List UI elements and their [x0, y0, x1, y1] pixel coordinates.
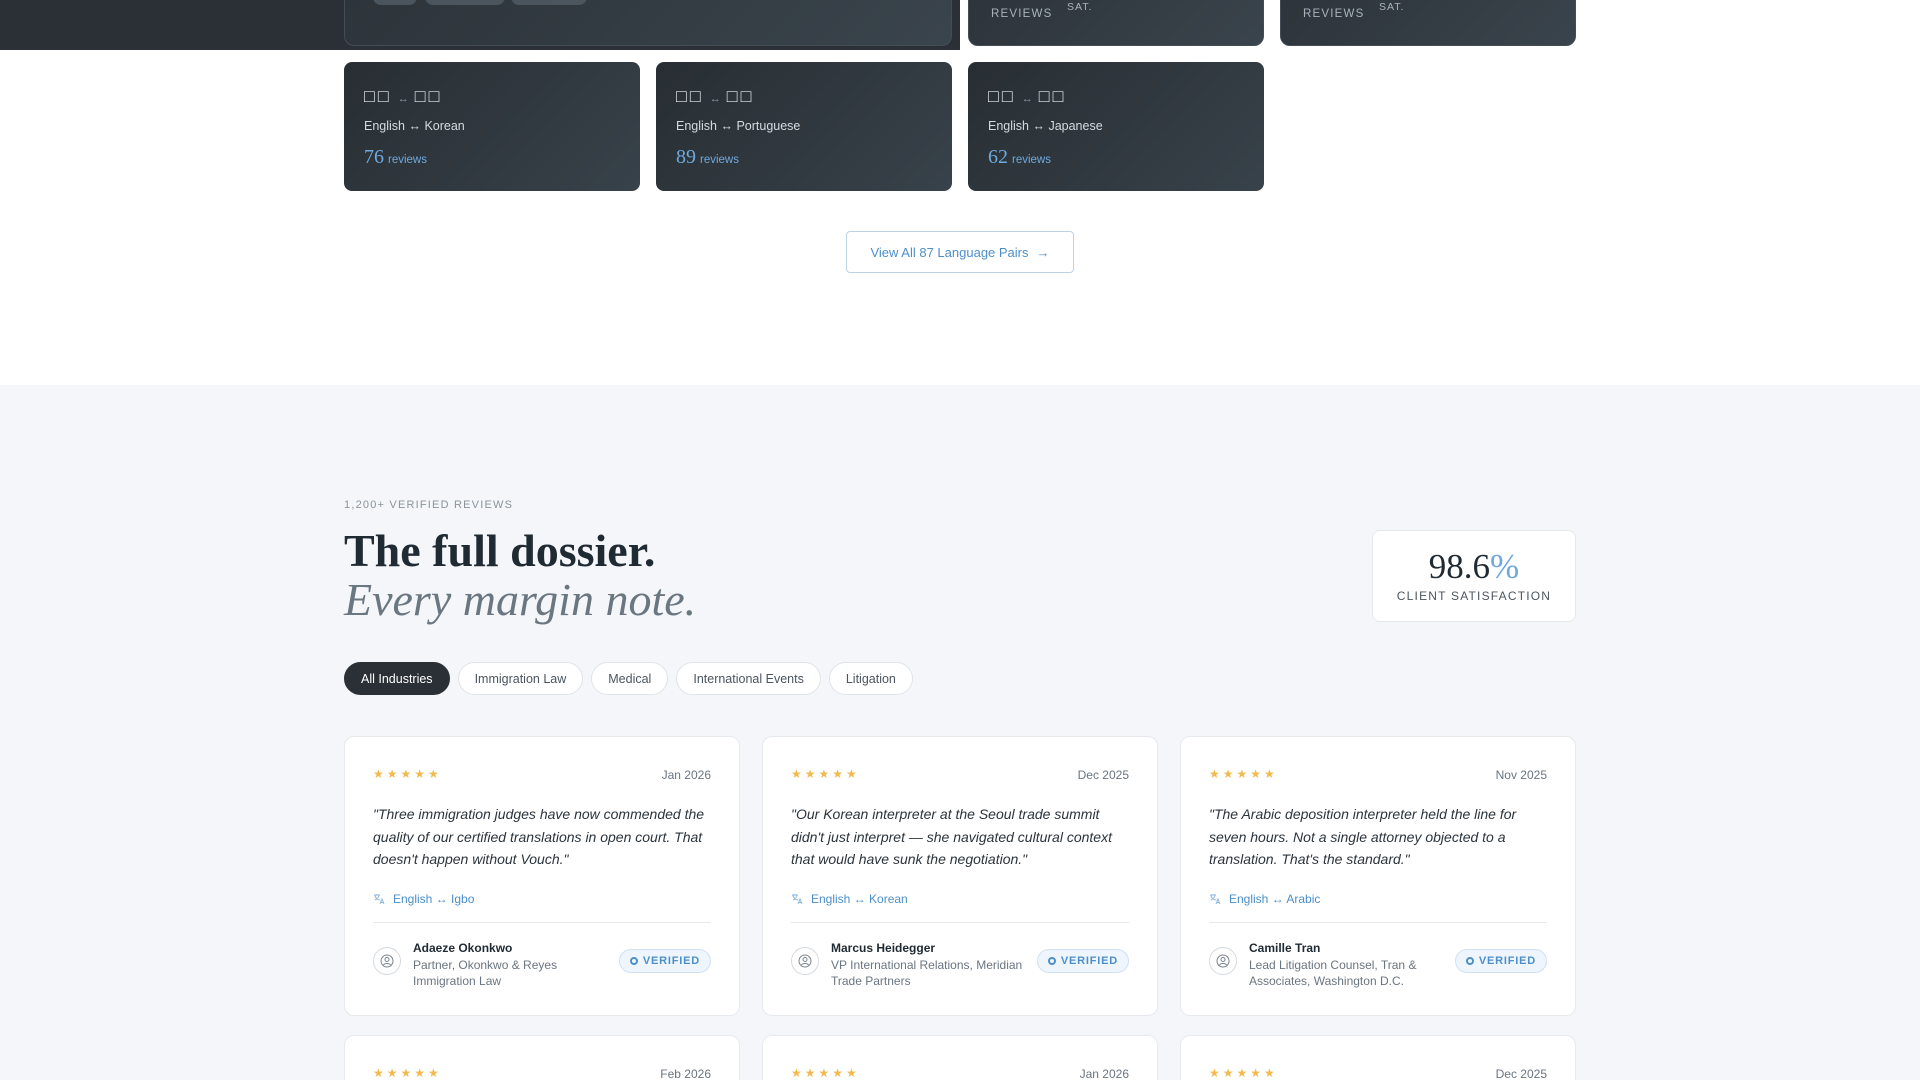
- star-rating: ★★★★★: [373, 1066, 442, 1080]
- stat-sub-label: SAT.: [1379, 1, 1405, 13]
- filter-immigration-law[interactable]: Immigration Law: [457, 662, 584, 695]
- view-all-label: View All 87 Language Pairs: [870, 244, 1029, 260]
- review-card: ★★★★★ Feb 2026: [344, 1035, 740, 1080]
- arrow-right-icon: →: [1036, 244, 1050, 260]
- reviewer-role: Partner, Okonkwo & Reyes Immigration Law: [413, 958, 558, 988]
- star-rating: ★★★★★: [373, 767, 442, 781]
- pair-name: English ↔ Korean: [364, 119, 465, 133]
- star-rating: ★★★★★: [791, 767, 860, 781]
- divider: [791, 922, 1129, 923]
- pair-script-glyphs: □□ ↔ □□: [988, 86, 1067, 106]
- language-pair-card[interactable]: □□ ↔ □□ English ↔ Korean 76 reviews: [344, 62, 640, 191]
- verified-check-icon: [1465, 957, 1474, 965]
- reviewer-role: Lead Litigation Counsel, Tran & Associat…: [1249, 958, 1417, 988]
- satisfaction-value: 98.6%: [1428, 547, 1520, 586]
- reviewer-role: VP International Relations, Meridian Tra…: [831, 958, 1023, 988]
- verified-badge: VERIFIED: [1036, 949, 1129, 973]
- tag-chip: [425, 0, 505, 5]
- pair-review-count: 89 reviews: [676, 146, 739, 168]
- review-quote: "Three immigration judges have now comme…: [373, 806, 705, 867]
- stats-card: REVIEWS SAT.: [1280, 0, 1576, 46]
- verified-badge: VERIFIED: [1454, 949, 1547, 973]
- view-all-language-pairs-button[interactable]: View All 87 Language Pairs →: [846, 231, 1074, 273]
- translate-icon: [1210, 894, 1221, 905]
- stat-label: REVIEWS: [1303, 8, 1365, 20]
- pair-name: English ↔ Japanese: [988, 119, 1103, 133]
- reviews-eyebrow: 1,200+ VERIFIED REVIEWS: [344, 499, 514, 511]
- language-pair-card[interactable]: □□ ↔ □□ English ↔ Portuguese 89 reviews: [656, 62, 952, 191]
- star-rating: ★★★★★: [1209, 1066, 1278, 1080]
- star-rating: ★★★★★: [791, 1066, 860, 1080]
- client-satisfaction-stat: 98.6% CLIENT SATISFACTION: [1372, 530, 1576, 622]
- divider: [1209, 922, 1547, 923]
- featured-pair-card[interactable]: [344, 0, 952, 46]
- filter-medical[interactable]: Medical: [591, 662, 669, 695]
- review-date: Jan 2026: [661, 768, 711, 782]
- review-date: Nov 2025: [1495, 768, 1547, 782]
- user-icon: [1216, 954, 1230, 968]
- review-date: Dec 2025: [1495, 1067, 1547, 1080]
- avatar: [1209, 947, 1237, 975]
- reviewer-name: Marcus Heidegger: [831, 941, 936, 955]
- satisfaction-label: CLIENT SATISFACTION: [1396, 589, 1552, 603]
- stats-card: REVIEWS SAT.: [968, 0, 1264, 46]
- review-card: ★★★★★ Jan 2026: [762, 1035, 1158, 1080]
- filter-litigation[interactable]: Litigation: [828, 662, 913, 695]
- pair-review-count: 62 reviews: [988, 146, 1051, 168]
- review-card: ★★★★★ Nov 2025 "The Arabic deposition in…: [1180, 736, 1576, 1016]
- review-date: Feb 2026: [660, 1067, 711, 1080]
- review-card: ★★★★★ Dec 2025 "Our Korean interpreter a…: [762, 736, 1158, 1016]
- translate-icon: [374, 894, 385, 905]
- filter-international-events[interactable]: International Events: [676, 662, 821, 695]
- pair-script-glyphs: □□ ↔ □□: [364, 86, 443, 106]
- stat-label: REVIEWS: [991, 8, 1053, 20]
- reviews-headline: The full dossier.: [344, 525, 656, 576]
- avatar: [373, 947, 401, 975]
- pair-name: English ↔ Portuguese: [676, 119, 801, 133]
- avatar: [791, 947, 819, 975]
- tag-chip: [511, 0, 587, 5]
- star-rating: ★★★★★: [1209, 767, 1278, 781]
- reviewer-name: Adaeze Okonkwo: [413, 941, 513, 955]
- verified-check-icon: [1047, 957, 1056, 965]
- review-language-pair: English ↔ Igbo: [373, 892, 474, 906]
- tag-chip: [373, 0, 417, 5]
- reviews-headline-italic: Every margin note.: [344, 574, 697, 625]
- reviews-section: 1,200+ VERIFIED REVIEWS The full dossier…: [0, 385, 1920, 1080]
- reviewer-name: Camille Tran: [1249, 941, 1321, 955]
- industry-filter-bar: All Industries Immigration Law Medical I…: [344, 662, 913, 695]
- language-pair-card[interactable]: □□ ↔ □□ English ↔ Japanese 62 reviews: [968, 62, 1264, 191]
- user-icon: [798, 954, 812, 968]
- review-date: Jan 2026: [1079, 1067, 1129, 1080]
- divider: [373, 922, 711, 923]
- review-card: ★★★★★ Dec 2025: [1180, 1035, 1576, 1080]
- review-language-pair: English ↔ Korean: [791, 892, 908, 906]
- review-date: Dec 2025: [1077, 768, 1129, 782]
- review-quote: "The Arabic deposition interpreter held …: [1209, 806, 1517, 867]
- pair-script-glyphs: □□ ↔ □□: [676, 86, 755, 106]
- verified-badge: VERIFIED: [618, 949, 711, 973]
- review-card: ★★★★★ Jan 2026 "Three immigration judges…: [344, 736, 740, 1016]
- filter-all-industries[interactable]: All Industries: [344, 662, 450, 695]
- review-quote: "Our Korean interpreter at the Seoul tra…: [791, 806, 1112, 867]
- review-language-pair: English ↔ Arabic: [1209, 892, 1320, 906]
- translate-icon: [792, 894, 803, 905]
- user-icon: [380, 954, 394, 968]
- stat-sub-label: SAT.: [1067, 1, 1093, 13]
- verified-check-icon: [629, 957, 638, 965]
- pair-review-count: 76 reviews: [364, 146, 427, 168]
